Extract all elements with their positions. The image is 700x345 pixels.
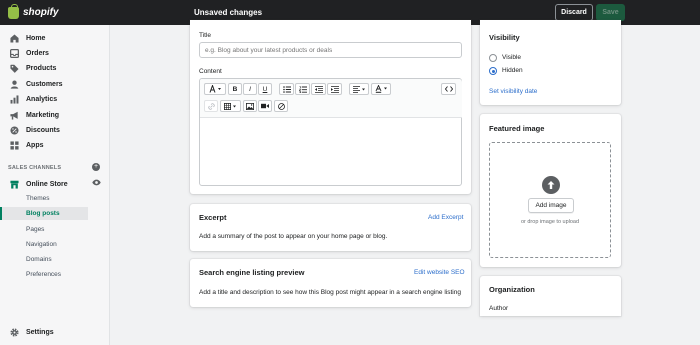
bulleted-list-icon[interactable] <box>279 83 294 95</box>
sidebar-item-products[interactable]: Products <box>0 61 110 75</box>
drop-image-hint: or drop image to upload <box>520 219 580 225</box>
gear-icon <box>10 327 19 337</box>
sidebar-sub-item-label: Pages <box>26 226 45 233</box>
tag-icon <box>10 64 19 73</box>
person-icon <box>10 80 19 89</box>
sales-channels-heading: SALES CHANNELS <box>8 165 62 171</box>
storefront-icon <box>10 180 19 189</box>
orders-icon <box>10 48 19 58</box>
insert-image-icon[interactable] <box>243 100 257 112</box>
sidebar-item-home[interactable]: Home <box>0 31 110 45</box>
indent-icon[interactable] <box>327 83 342 95</box>
sidebar-item-label: Customers <box>26 80 63 88</box>
excerpt-card <box>190 204 471 251</box>
excerpt-description: Add a summary of the post to appear on y… <box>199 233 388 240</box>
sidebar-item-settings[interactable]: Settings <box>0 325 110 339</box>
sidebar-item-marketing[interactable]: Marketing <box>0 108 110 122</box>
shopify-logo-icon <box>8 3 19 19</box>
sidebar-item-discounts[interactable]: Discounts <box>0 123 110 137</box>
image-dropzone[interactable]: Add image or drop image to upload <box>489 142 611 258</box>
discard-button[interactable]: Discard <box>555 4 593 21</box>
content-editor: B I U <box>199 78 462 186</box>
brand-name: shopify <box>23 7 59 18</box>
sidebar-item-label: Discounts <box>26 126 60 134</box>
sidebar-item-label: Products <box>26 64 57 72</box>
seo-description: Add a title and description to see how t… <box>199 289 461 296</box>
html-code-icon[interactable] <box>441 83 456 95</box>
sidebar-sub-item-themes[interactable]: Themes <box>0 192 88 205</box>
align-dropdown[interactable] <box>349 83 369 95</box>
bold-button[interactable]: B <box>228 83 242 95</box>
seo-card <box>190 259 471 307</box>
featured-image-title: Featured image <box>489 124 545 133</box>
font-style-dropdown[interactable] <box>204 83 226 95</box>
apps-icon <box>10 140 19 150</box>
sidebar-sub-item-label: Themes <box>26 195 50 202</box>
outdent-icon[interactable] <box>311 83 326 95</box>
sidebar-item-label: Home <box>26 34 46 42</box>
sidebar-item-label: Settings <box>26 328 54 336</box>
megaphone-icon <box>10 111 19 120</box>
seo-title: Search engine listing preview <box>199 268 305 277</box>
sidebar-sub-item-label: Blog posts <box>26 210 60 217</box>
hidden-radio-label: Hidden <box>502 67 523 74</box>
text-color-dropdown[interactable] <box>371 83 391 95</box>
sidebar-sub-item-label: Domains <box>26 256 52 263</box>
unsaved-changes-title: Unsaved changes <box>194 8 263 17</box>
sidebar-item-orders[interactable]: Orders <box>0 46 110 60</box>
sidebar-item-label: Online Store <box>26 180 68 188</box>
link-icon[interactable] <box>204 100 218 112</box>
table-dropdown[interactable] <box>220 100 241 112</box>
home-icon <box>10 33 19 43</box>
sidebar-sub-item-blog-posts[interactable]: Blog posts <box>0 207 88 220</box>
title-label: Title <box>199 32 212 39</box>
title-input[interactable] <box>199 42 462 58</box>
edit-website-seo-link[interactable]: Edit website SEO <box>414 269 465 276</box>
visible-radio-label: Visible <box>502 54 522 61</box>
upload-arrow-icon <box>542 176 560 194</box>
underline-button[interactable]: U <box>258 83 272 95</box>
organization-title: Organization <box>489 285 535 294</box>
brand[interactable]: shopify <box>0 0 110 25</box>
add-sales-channel-button[interactable]: + <box>92 163 100 171</box>
sidebar-item-label: Orders <box>26 49 49 57</box>
sidebar: Home Orders Products Customers Analytics… <box>0 25 110 345</box>
content-label: Content <box>199 68 222 75</box>
sidebar-item-customers[interactable]: Customers <box>0 77 110 91</box>
sidebar-sub-item-label: Navigation <box>26 241 57 248</box>
set-visibility-date-link[interactable]: Set visibility date <box>489 88 537 95</box>
sidebar-item-label: Apps <box>26 141 44 149</box>
clear-formatting-icon[interactable] <box>274 100 288 112</box>
sidebar-sub-item-domains[interactable]: Domains <box>0 253 88 266</box>
sidebar-item-label: Analytics <box>26 95 58 103</box>
sidebar-item-analytics[interactable]: Analytics <box>0 92 110 106</box>
sidebar-sub-item-preferences[interactable]: Preferences <box>0 268 88 281</box>
italic-button[interactable]: I <box>243 83 257 95</box>
insert-video-icon[interactable] <box>258 100 272 112</box>
excerpt-title: Excerpt <box>199 213 227 222</box>
numbered-list-icon[interactable] <box>295 83 310 95</box>
editor-toolbar: B I U <box>200 79 462 118</box>
discount-icon <box>10 125 19 135</box>
sidebar-sub-item-label: Preferences <box>26 271 62 278</box>
visible-radio[interactable] <box>489 54 497 62</box>
hidden-radio[interactable] <box>489 67 497 75</box>
eye-icon[interactable] <box>92 179 101 188</box>
bar-chart-icon <box>10 94 19 104</box>
visibility-title: Visibility <box>489 33 520 42</box>
add-excerpt-link[interactable]: Add Excerpt <box>428 214 463 221</box>
sidebar-item-apps[interactable]: Apps <box>0 138 110 152</box>
sidebar-sub-item-pages[interactable]: Pages <box>0 223 88 236</box>
add-image-button[interactable]: Add image <box>528 198 574 213</box>
save-button[interactable]: Save <box>596 4 625 21</box>
sidebar-item-label: Marketing <box>26 111 60 119</box>
author-label: Author <box>489 305 509 312</box>
sidebar-sub-item-navigation[interactable]: Navigation <box>0 238 88 251</box>
